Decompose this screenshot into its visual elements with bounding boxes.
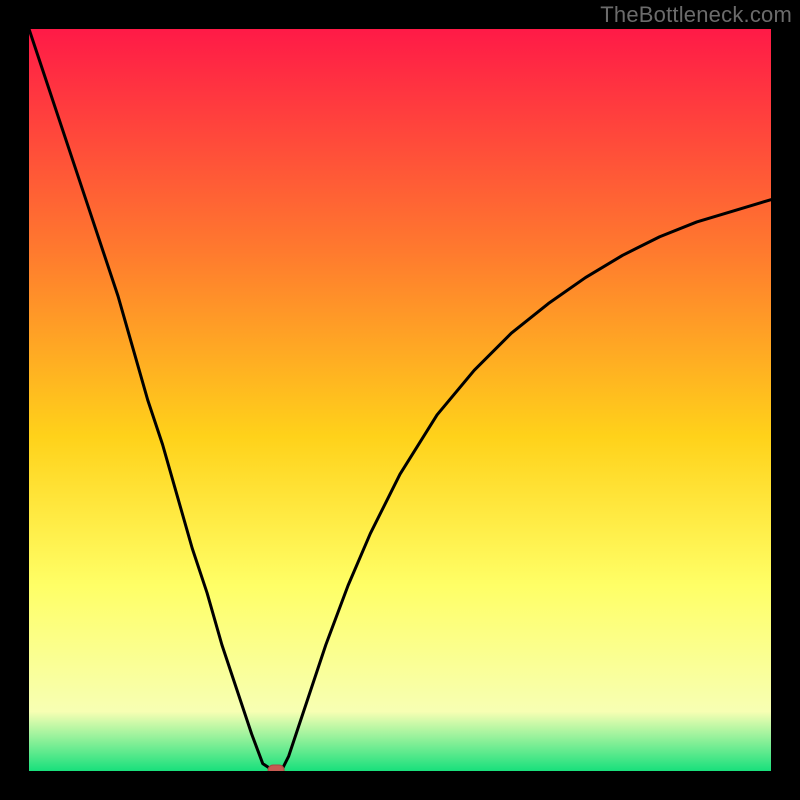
watermark-text: TheBottleneck.com	[600, 2, 792, 28]
chart-svg	[29, 29, 771, 771]
plot-area	[29, 29, 771, 771]
chart-frame: TheBottleneck.com	[0, 0, 800, 800]
gradient-background	[29, 29, 771, 771]
optimum-marker	[268, 765, 284, 771]
